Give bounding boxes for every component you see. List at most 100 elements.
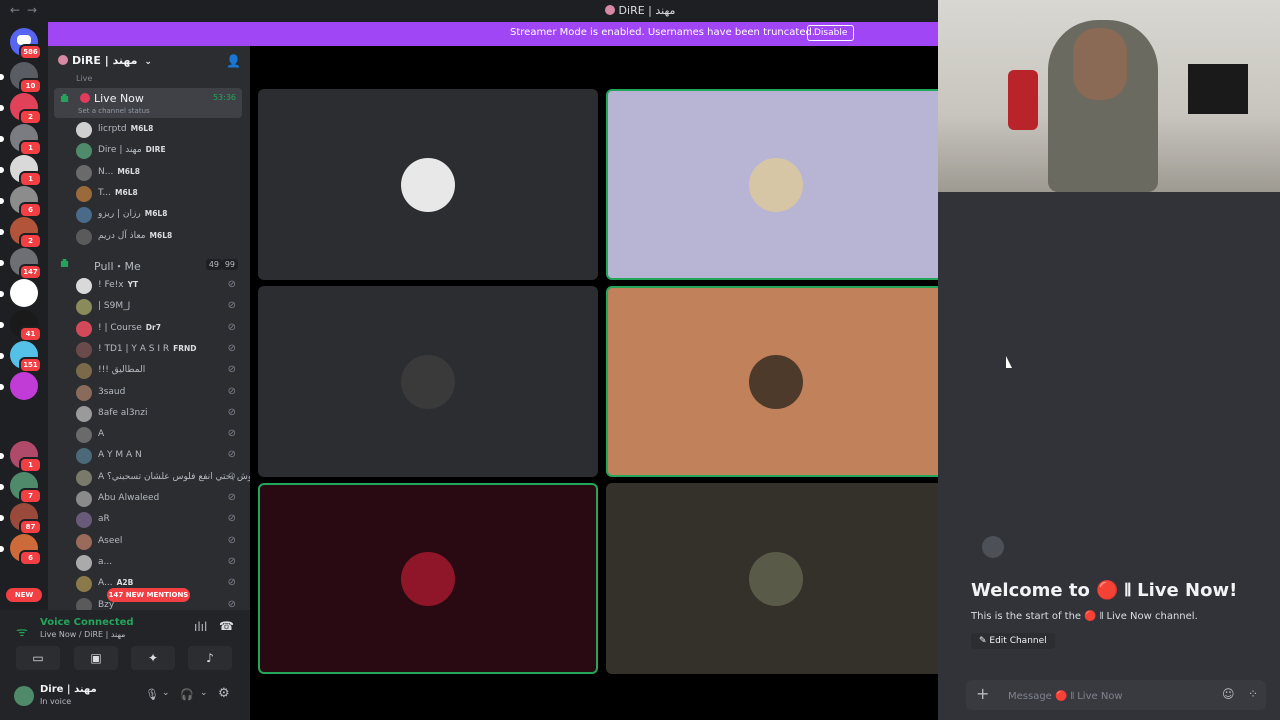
member-name: Dire | مهند DIRE — [98, 145, 166, 155]
voice-member[interactable]: a... ⊘ — [76, 553, 244, 573]
category-label[interactable]: Live — [76, 74, 92, 83]
apps-icon[interactable]: ⁘ — [1248, 687, 1258, 701]
member-name-text: Aseel — [98, 535, 123, 546]
mention-badge: 41 — [19, 326, 42, 342]
voice-member[interactable]: N... M6L8 — [76, 163, 244, 183]
participant-tile-4[interactable] — [606, 286, 946, 477]
camera-off-button[interactable]: ▭ — [16, 646, 60, 670]
participant-tile-6[interactable] — [606, 483, 946, 674]
webcam-overlay — [938, 0, 1280, 192]
voice-member[interactable]: A ⊘ — [76, 425, 244, 445]
server-icon-10[interactable]: 151 — [0, 341, 42, 373]
voice-member[interactable]: A وش يحتي انفع فلوس علشان تسحبني؟ ⊘ — [76, 468, 250, 488]
member-name: A Y M A N — [98, 450, 142, 460]
disconnect-icon[interactable]: ☎ — [219, 619, 234, 633]
screen-share-icon: ▣ — [90, 651, 102, 665]
member-name-text: !!! المطاليق — [98, 365, 146, 376]
screen-share-button[interactable]: ▣ — [74, 646, 118, 670]
soundboard-button[interactable]: ♪ — [188, 646, 232, 670]
avatar — [76, 427, 92, 444]
microphone-icon[interactable]: 🎙 — [145, 688, 159, 701]
voice-member[interactable]: ! TD1 | Y A S I R FRND ⊘ — [76, 340, 244, 360]
mention-badge: 10 — [19, 78, 42, 94]
voice-status[interactable]: Voice Connected — [40, 617, 134, 628]
member-tag: FRND — [173, 343, 197, 353]
server-icon-6[interactable]: 2 — [0, 217, 42, 249]
message-input[interactable]: Message 🔴 𝍪 Live Now — [1008, 689, 1123, 706]
avatar — [76, 341, 92, 358]
server-icon-2[interactable]: 2 — [0, 93, 42, 125]
voice-member[interactable]: ! | Course Dr7 ⊘ — [76, 319, 244, 339]
deafened-icon: ⊘ — [227, 364, 236, 376]
member-tag: M6L8 — [144, 209, 168, 219]
plus-icon[interactable]: + — [976, 684, 989, 703]
server-icon-14[interactable]: 87 — [0, 503, 42, 535]
noise-suppression-icon[interactable]: ılıl — [194, 620, 207, 634]
participant-avatar — [749, 157, 803, 212]
chevron-down-icon[interactable]: ⌄ — [162, 688, 170, 698]
member-name: !!! المطاليق — [98, 365, 145, 375]
server-icon-7[interactable]: 147 — [0, 248, 42, 280]
server-icon-5[interactable]: 6 — [0, 186, 42, 218]
server-icon-1[interactable]: 10 — [0, 62, 42, 94]
channel-live-now[interactable]: ıllı Live Now 53:36 Set a channel status — [54, 88, 242, 118]
chevron-down-icon[interactable]: ⌄ — [200, 688, 208, 698]
disable-streamer-mode-button[interactable]: Disable — [807, 25, 855, 41]
avatar — [76, 405, 92, 422]
invite-people-icon[interactable]: 👤 — [226, 54, 241, 68]
activities-button[interactable]: ✦ — [131, 646, 175, 670]
participant-tile-5[interactable] — [258, 483, 598, 674]
participant-tile-3[interactable] — [258, 286, 598, 477]
server-icon-3[interactable]: 1 — [0, 124, 42, 156]
voice-member[interactable]: !!! المطاليق ⊘ — [76, 361, 244, 381]
participant-avatar — [749, 551, 803, 606]
server-icon-8[interactable] — [0, 279, 38, 307]
participant-tile-1[interactable] — [258, 89, 598, 280]
server-icon-12[interactable]: 1 — [0, 441, 42, 473]
server-icon-9[interactable]: 41 — [0, 310, 42, 342]
new-mentions-pill[interactable]: 147 NEW MENTIONS — [107, 588, 190, 602]
set-channel-status[interactable]: Set a channel status — [78, 107, 150, 115]
voice-location[interactable]: Live Now / DiRE | مهند — [40, 630, 125, 639]
server-header[interactable]: DiRE | مهند ⌄ — [58, 54, 152, 67]
member-tag: M6L8 — [149, 230, 173, 240]
voice-member[interactable]: Dire | مهند DIRE — [76, 141, 244, 161]
server-icon-4[interactable]: 1 — [0, 155, 42, 187]
avatar — [76, 228, 92, 245]
avatar — [76, 512, 92, 529]
voice-member[interactable]: licrptd M6L8 — [76, 120, 244, 140]
participant-avatar — [401, 157, 455, 212]
voice-member[interactable]: معاذ آل دريم M6L8 — [76, 227, 244, 247]
edit-channel-button[interactable]: ✎ Edit Channel — [971, 633, 1055, 649]
emoji-icon[interactable]: ☺ — [1222, 687, 1235, 701]
avatar[interactable] — [14, 686, 34, 706]
voice-member[interactable]: A Y M A N ⊘ — [76, 446, 244, 466]
voice-member[interactable]: T... M6L8 — [76, 184, 244, 204]
voice-member[interactable]: 8afe al3nzi ⊘ — [76, 404, 244, 424]
server-name: DiRE | مهند — [72, 54, 138, 67]
headphones-icon[interactable]: 🎧 — [180, 688, 194, 701]
member-name-text: ! | Course — [98, 322, 142, 333]
participant-tile-2[interactable] — [606, 89, 946, 280]
avatar — [76, 207, 92, 224]
new-pill[interactable]: NEW — [6, 588, 42, 602]
channel-pull-me[interactable]: ıllı Pull・Me 49 99 — [54, 252, 242, 278]
chevron-down-icon: ⌄ — [144, 57, 152, 67]
voice-member[interactable]: | S9M_J ⊘ — [76, 297, 244, 317]
voice-member[interactable]: 3saud ⊘ — [76, 383, 244, 403]
voice-member[interactable]: ! Fe!x YT ⊘ — [76, 276, 244, 296]
voice-member[interactable]: Abu Alwaleed ⊘ — [76, 489, 244, 509]
voice-member[interactable]: Aseel ⊘ — [76, 532, 244, 552]
server-icon-13[interactable]: 7 — [0, 472, 42, 504]
unread-pip — [0, 136, 4, 142]
message-input-box[interactable]: + Message 🔴 𝍪 Live Now ☺ ⁘ — [966, 680, 1266, 710]
voice-member[interactable]: رزان | ريزو M6L8 — [76, 205, 244, 225]
deafened-icon: ⊘ — [227, 300, 236, 312]
unread-pip — [0, 384, 4, 390]
server-icon-15[interactable]: 6 — [0, 534, 42, 566]
voice-member[interactable]: aR ⊘ — [76, 510, 244, 530]
gear-icon[interactable]: ⚙ — [218, 686, 230, 701]
member-tag: DIRE — [145, 145, 166, 155]
server-icon-11[interactable] — [0, 372, 38, 400]
direct-messages-button[interactable]: 586 — [10, 28, 42, 60]
